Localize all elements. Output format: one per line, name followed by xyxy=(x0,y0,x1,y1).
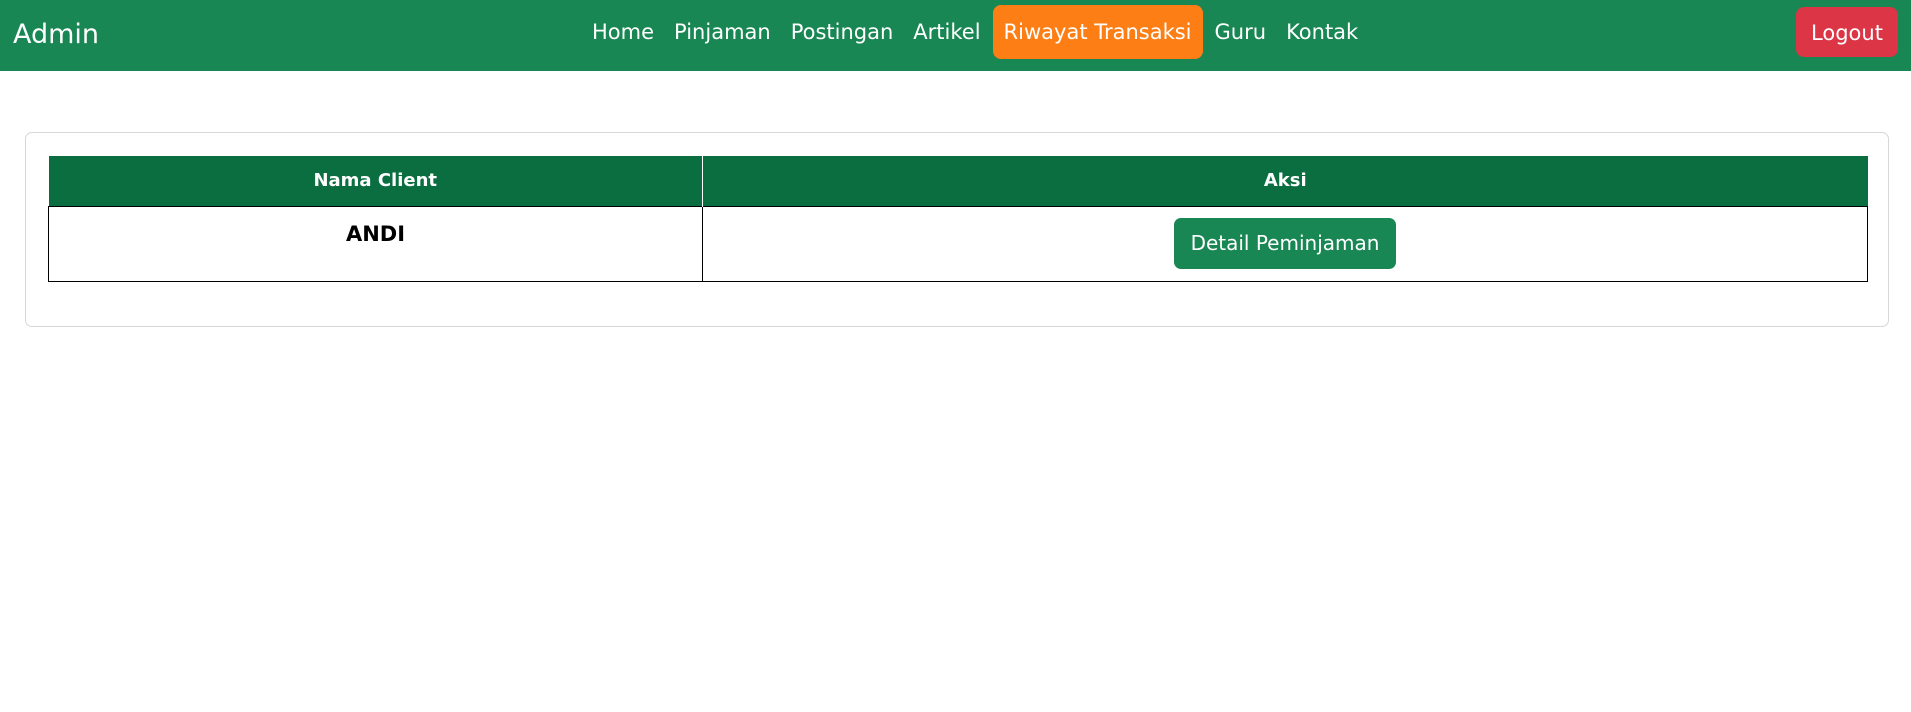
logout-button[interactable]: Logout xyxy=(1796,7,1898,57)
nav-links: Home Pinjaman Postingan Artikel Riwayat … xyxy=(584,5,1366,59)
client-name-cell: ANDI xyxy=(48,205,703,282)
column-header-nama-client: Nama Client xyxy=(48,156,703,206)
nav-link-pinjaman[interactable]: Pinjaman xyxy=(666,5,779,59)
brand-title[interactable]: Admin xyxy=(13,0,99,71)
top-navbar: Admin Home Pinjaman Postingan Artikel Ri… xyxy=(0,0,1911,71)
nav-link-home[interactable]: Home xyxy=(584,5,662,59)
table-header-row: Nama Client Aksi xyxy=(48,156,1868,206)
nav-link-kontak[interactable]: Kontak xyxy=(1278,5,1366,59)
nav-link-postingan[interactable]: Postingan xyxy=(783,5,902,59)
column-header-aksi: Aksi xyxy=(702,156,1868,206)
nav-link-guru[interactable]: Guru xyxy=(1207,5,1275,59)
detail-peminjaman-button[interactable]: Detail Peminjaman xyxy=(1173,217,1397,269)
transaction-card: Nama Client Aksi ANDI Detail Peminjaman xyxy=(25,132,1889,327)
table-row: ANDI Detail Peminjaman xyxy=(48,205,1868,282)
client-name: ANDI xyxy=(345,221,406,246)
transaction-table: Nama Client Aksi ANDI Detail Peminjaman xyxy=(48,156,1868,282)
action-cell: Detail Peminjaman xyxy=(702,205,1868,282)
nav-link-riwayat-transaksi[interactable]: Riwayat Transaksi xyxy=(992,5,1203,59)
nav-link-artikel[interactable]: Artikel xyxy=(905,5,988,59)
